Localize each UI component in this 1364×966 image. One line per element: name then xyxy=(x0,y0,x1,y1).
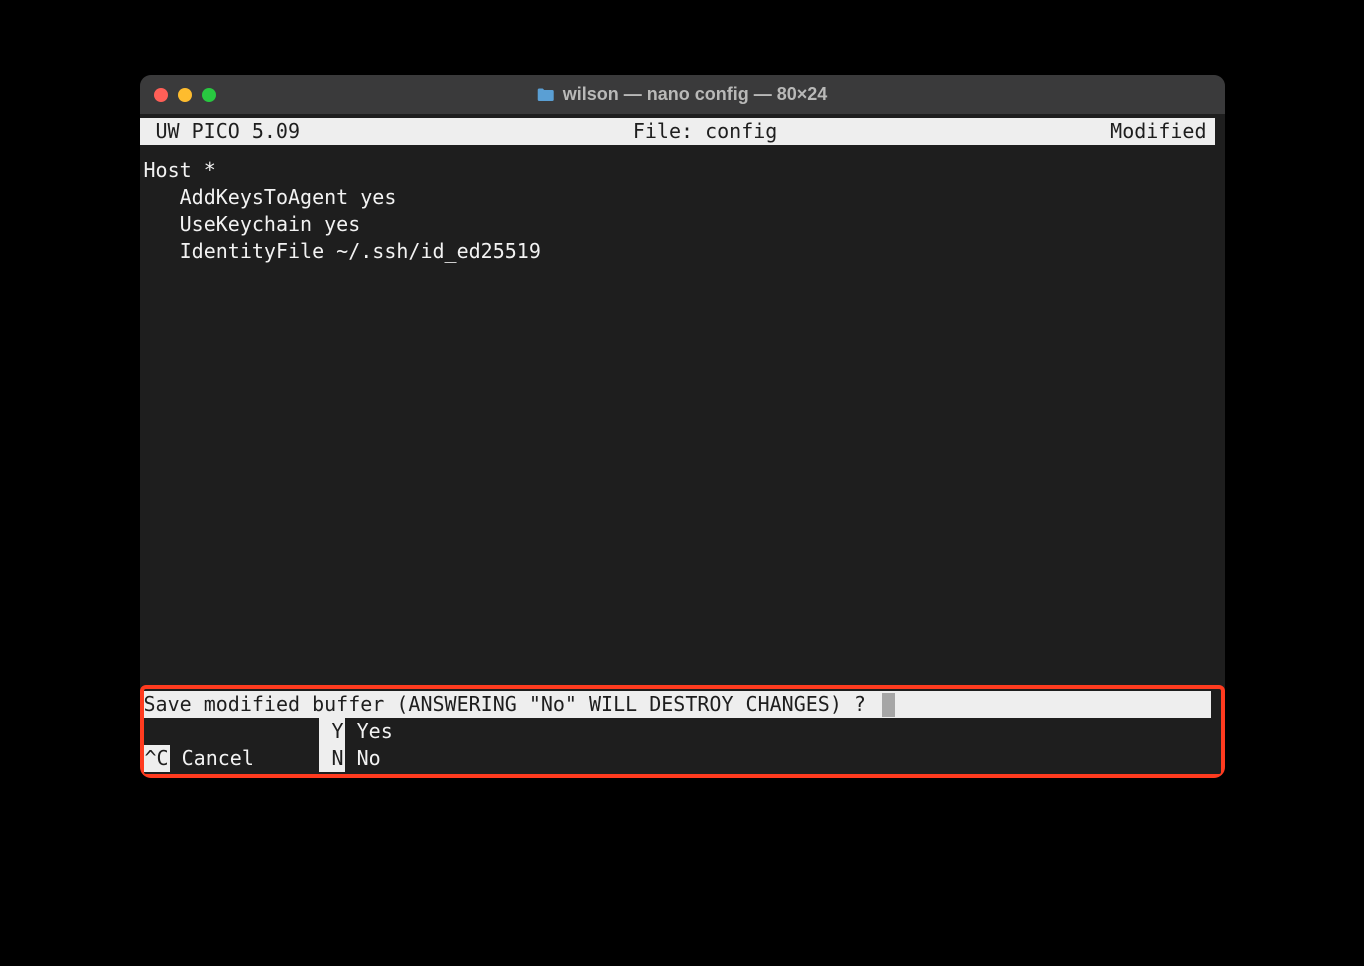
option-cancel[interactable]: ^C Cancel xyxy=(144,745,319,772)
prompt-options: Y Yes ^C Cancel N No xyxy=(144,718,1221,772)
window-title: wilson — nano config — 80×24 xyxy=(563,84,828,105)
save-prompt: Save modified buffer (ANSWERING "No" WIL… xyxy=(144,691,1211,718)
cancel-label: Cancel xyxy=(170,745,254,772)
window-title-area: wilson — nano config — 80×24 xyxy=(537,84,828,105)
folder-icon xyxy=(537,87,555,102)
option-no[interactable]: N No xyxy=(319,745,494,772)
option-row-2: ^C Cancel N No xyxy=(144,745,1221,772)
close-button[interactable] xyxy=(154,88,168,102)
prompt-text: Save modified buffer (ANSWERING "No" WIL… xyxy=(144,691,879,718)
yes-label: Yes xyxy=(345,718,393,745)
minimize-button[interactable] xyxy=(178,88,192,102)
editor-name: UW PICO 5.09 xyxy=(144,118,301,145)
file-name: File: config xyxy=(300,118,1110,145)
cancel-key: ^C xyxy=(144,745,170,772)
editor-status-bar: UW PICO 5.09 File: config Modified xyxy=(140,118,1215,145)
maximize-button[interactable] xyxy=(202,88,216,102)
traffic-lights xyxy=(154,88,216,102)
yes-key: Y xyxy=(319,718,345,745)
titlebar: wilson — nano config — 80×24 xyxy=(140,75,1225,114)
prompt-highlight: Save modified buffer (ANSWERING "No" WIL… xyxy=(140,685,1225,778)
option-row-1: Y Yes xyxy=(144,718,1221,745)
terminal-window: wilson — nano config — 80×24 UW PICO 5.0… xyxy=(140,75,1225,778)
cursor xyxy=(882,693,895,717)
modified-indicator: Modified xyxy=(1110,118,1210,145)
option-yes[interactable]: Y Yes xyxy=(319,718,494,745)
terminal-content[interactable]: UW PICO 5.09 File: config Modified Host … xyxy=(140,118,1225,778)
no-label: No xyxy=(345,745,381,772)
no-key: N xyxy=(319,745,345,772)
file-content[interactable]: Host * AddKeysToAgent yes UseKeychain ye… xyxy=(140,145,1225,265)
